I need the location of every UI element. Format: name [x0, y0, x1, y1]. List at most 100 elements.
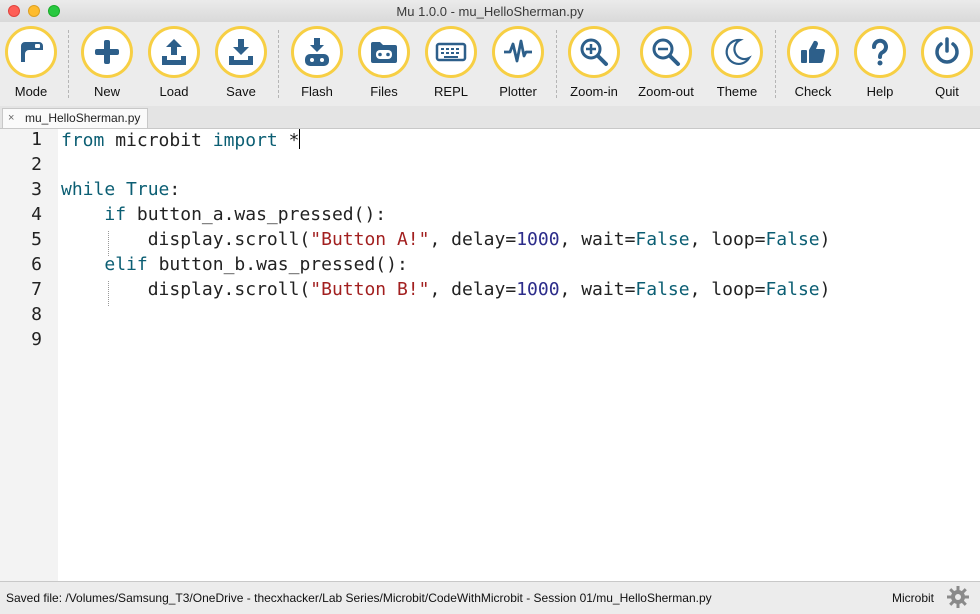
line-number-gutter: 1 2 3 4 5 6 7 8 9: [0, 129, 58, 581]
check-button[interactable]: Check: [780, 24, 846, 104]
code-token: ): [819, 229, 831, 250]
code-line: if button_a.was_pressed():: [61, 204, 386, 225]
line-number: 2: [31, 154, 42, 175]
line-number: 8: [31, 304, 42, 325]
line-number: 4: [31, 204, 42, 225]
code-token: 1000: [516, 279, 560, 300]
code-line: display.scroll("Button A!", delay=1000, …: [61, 229, 831, 250]
help-label: Help: [866, 84, 894, 99]
code-token: "Button A!": [310, 229, 430, 250]
tab-bar: × mu_HelloSherman.py: [0, 106, 980, 129]
check-label: Check: [794, 84, 832, 99]
toolbar-separator: [556, 30, 557, 98]
text-cursor: [299, 129, 301, 149]
code-token: False: [635, 279, 690, 300]
files-icon: [358, 26, 410, 78]
toolbar-separator: [278, 30, 279, 98]
code-token: import: [212, 130, 278, 151]
download-icon: [215, 26, 267, 78]
zoom-in-button[interactable]: Zoom-in: [561, 24, 627, 104]
help-button[interactable]: Help: [847, 24, 913, 104]
theme-label: Theme: [716, 84, 758, 99]
mode-button[interactable]: Mode: [0, 24, 64, 104]
zoom-in-icon: [568, 26, 620, 78]
question-mark-icon: [854, 26, 906, 78]
code-token: , wait=: [559, 279, 636, 300]
code-line: display.scroll("Button B!", delay=1000, …: [61, 279, 831, 300]
save-label: Save: [226, 84, 256, 99]
zoom-out-icon: [640, 26, 692, 78]
tab-label: mu_HelloSherman.py: [25, 111, 141, 125]
code-token: , loop=: [689, 279, 766, 300]
code-token: :: [169, 179, 181, 200]
window-title: Mu 1.0.0 - mu_HelloSherman.py: [396, 4, 584, 19]
theme-button[interactable]: Theme: [704, 24, 770, 104]
status-bar: Saved file: /Volumes/Samsung_T3/OneDrive…: [0, 581, 980, 612]
toolbar-separator: [775, 30, 776, 98]
code-editor[interactable]: 1 2 3 4 5 6 7 8 9 from microbit import * while Tr…: [0, 129, 980, 581]
status-message: Saved file: /Volumes/Samsung_T3/OneDrive…: [6, 591, 712, 605]
quit-label: Quit: [935, 84, 959, 99]
load-button[interactable]: Load: [141, 24, 207, 104]
code-token: if: [104, 204, 127, 225]
code-token: button_b.was_pressed():: [158, 254, 408, 275]
line-number: 9: [31, 329, 42, 350]
code-token: 1000: [516, 229, 560, 250]
flash-label: Flash: [301, 84, 333, 99]
mode-label: Mode: [14, 84, 48, 99]
repl-button[interactable]: REPL: [418, 24, 484, 104]
line-number: 6: [31, 254, 42, 275]
line-number: 7: [31, 279, 42, 300]
code-line: elif button_b.was_pressed():: [61, 254, 408, 275]
code-token: elif: [104, 254, 148, 275]
zoom-in-label: Zoom-in: [570, 84, 618, 99]
zoom-out-label: Zoom-out: [638, 84, 694, 99]
code-token: microbit: [115, 130, 202, 151]
keyboard-icon: [425, 26, 477, 78]
code-token: while: [61, 179, 116, 200]
code-token: "Button B!": [310, 279, 430, 300]
plotter-button[interactable]: Plotter: [485, 24, 551, 104]
files-label: Files: [370, 84, 398, 99]
indent-guide: [108, 231, 109, 256]
load-label: Load: [159, 84, 189, 99]
new-button[interactable]: New: [74, 24, 140, 104]
line-number: 1: [31, 129, 42, 150]
code-token: False: [635, 229, 690, 250]
tab-mu-hellosherman[interactable]: × mu_HelloSherman.py: [2, 108, 148, 128]
code-token: , delay=: [429, 229, 517, 250]
toolbar: Mode New Load Save Flash Files REPL Plot…: [0, 22, 980, 106]
code-line: from microbit import *: [61, 129, 301, 151]
toolbar-separator: [68, 30, 69, 98]
mode-icon: [5, 26, 57, 78]
plotter-label: Plotter: [499, 84, 537, 99]
files-button[interactable]: Files: [351, 24, 417, 104]
code-token: , loop=: [689, 229, 766, 250]
code-token: ): [819, 279, 831, 300]
mode-indicator[interactable]: Microbit: [892, 591, 934, 605]
save-button[interactable]: Save: [208, 24, 274, 104]
gear-icon[interactable]: [946, 585, 970, 609]
code-token: from: [61, 130, 105, 151]
code-token: *: [288, 130, 300, 151]
quit-button[interactable]: Quit: [914, 24, 980, 104]
code-token: False: [765, 229, 820, 250]
close-tab-icon[interactable]: ×: [8, 109, 14, 127]
flash-microbit-icon: [291, 26, 343, 78]
moon-icon: [711, 26, 763, 78]
waveform-icon: [492, 26, 544, 78]
code-token: , wait=: [559, 229, 636, 250]
code-token: , delay=: [429, 279, 517, 300]
new-label: New: [93, 84, 120, 99]
thumbs-up-icon: [787, 26, 839, 78]
code-token: True: [126, 179, 170, 200]
code-token: button_a.was_pressed():: [136, 204, 387, 225]
indent-guide: [108, 281, 109, 306]
repl-label: REPL: [434, 84, 468, 99]
power-icon: [921, 26, 973, 78]
code-token: display.scroll(: [147, 279, 311, 300]
plus-icon: [81, 26, 133, 78]
flash-button[interactable]: Flash: [284, 24, 350, 104]
code-token: display.scroll(: [147, 229, 311, 250]
zoom-out-button[interactable]: Zoom-out: [633, 24, 699, 104]
